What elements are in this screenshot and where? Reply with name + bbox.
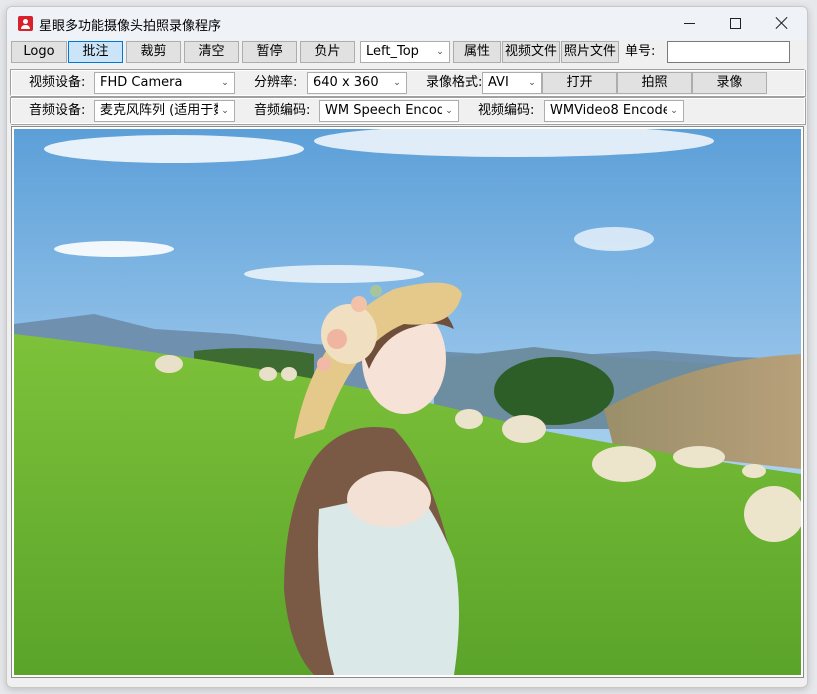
take-photo-button[interactable]: 拍照: [617, 72, 692, 94]
camera-preview[interactable]: [14, 129, 801, 675]
close-button[interactable]: [758, 7, 804, 40]
audio-device-value: 麦克风阵列 (适用于数: [100, 103, 218, 118]
annotate-button[interactable]: 批注: [68, 41, 123, 63]
minimize-button[interactable]: [666, 7, 712, 40]
chevron-down-icon: ⌄: [670, 106, 678, 116]
video-device-select[interactable]: FHD Camera ⌄: [94, 72, 235, 94]
title-bar[interactable]: 星眼多功能摄像头拍照录像程序: [7, 7, 807, 40]
logo-button[interactable]: Logo: [11, 41, 67, 63]
minimize-icon: [684, 23, 695, 24]
chevron-down-icon: ⌄: [445, 106, 453, 116]
resolution-select[interactable]: 640 x 360 ⌄: [307, 72, 407, 94]
chevron-down-icon: ⌄: [528, 78, 536, 88]
chevron-down-icon: ⌄: [393, 78, 401, 88]
maximize-icon: [730, 18, 741, 29]
audio-codec-select[interactable]: WM Speech Encoder ⌄: [319, 100, 459, 122]
video-files-button[interactable]: 视频文件: [502, 41, 560, 63]
video-codec-value: WMVideo8 Encoder: [550, 103, 667, 118]
record-button[interactable]: 录像: [692, 72, 767, 94]
negative-button[interactable]: 负片: [300, 41, 355, 63]
video-device-label: 视频设备:: [29, 75, 86, 90]
position-select[interactable]: Left_Top ⌄: [360, 41, 450, 63]
app-logo-icon: [18, 16, 33, 31]
close-icon: [774, 15, 790, 31]
record-format-value: AVI: [488, 75, 509, 90]
chevron-down-icon: ⌄: [221, 106, 229, 116]
properties-button[interactable]: 属性: [453, 41, 501, 63]
order-number-input[interactable]: [667, 41, 790, 63]
video-codec-label: 视频编码:: [478, 103, 535, 118]
record-format-label: 录像格式:: [426, 75, 483, 90]
clear-button[interactable]: 清空: [184, 41, 239, 63]
camera-preview-image: [14, 129, 801, 675]
crop-button[interactable]: 裁剪: [126, 41, 181, 63]
maximize-button[interactable]: [712, 7, 758, 40]
audio-device-select[interactable]: 麦克风阵列 (适用于数 ⌄: [94, 100, 235, 122]
video-codec-select[interactable]: WMVideo8 Encoder ⌄: [544, 100, 684, 122]
chevron-down-icon: ⌄: [436, 47, 444, 57]
open-button[interactable]: 打开: [542, 72, 617, 94]
audio-codec-label: 音频编码:: [254, 103, 311, 118]
chevron-down-icon: ⌄: [221, 78, 229, 88]
photo-files-button[interactable]: 照片文件: [561, 41, 619, 63]
order-number-label: 单号:: [625, 44, 656, 59]
record-format-select[interactable]: AVI ⌄: [482, 72, 542, 94]
position-select-value: Left_Top: [366, 44, 419, 59]
video-device-value: FHD Camera: [100, 75, 183, 90]
window-title: 星眼多功能摄像头拍照录像程序: [39, 19, 222, 34]
resolution-value: 640 x 360: [313, 75, 379, 90]
resolution-label: 分辨率:: [254, 75, 298, 90]
app-window: 星眼多功能摄像头拍照录像程序 Logo 批注 裁剪 清空 暂停 负片 Left_…: [6, 6, 808, 688]
audio-codec-value: WM Speech Encoder: [325, 103, 442, 118]
camera-preview-frame: [11, 126, 804, 678]
audio-device-label: 音频设备:: [29, 103, 86, 118]
pause-button[interactable]: 暂停: [242, 41, 297, 63]
